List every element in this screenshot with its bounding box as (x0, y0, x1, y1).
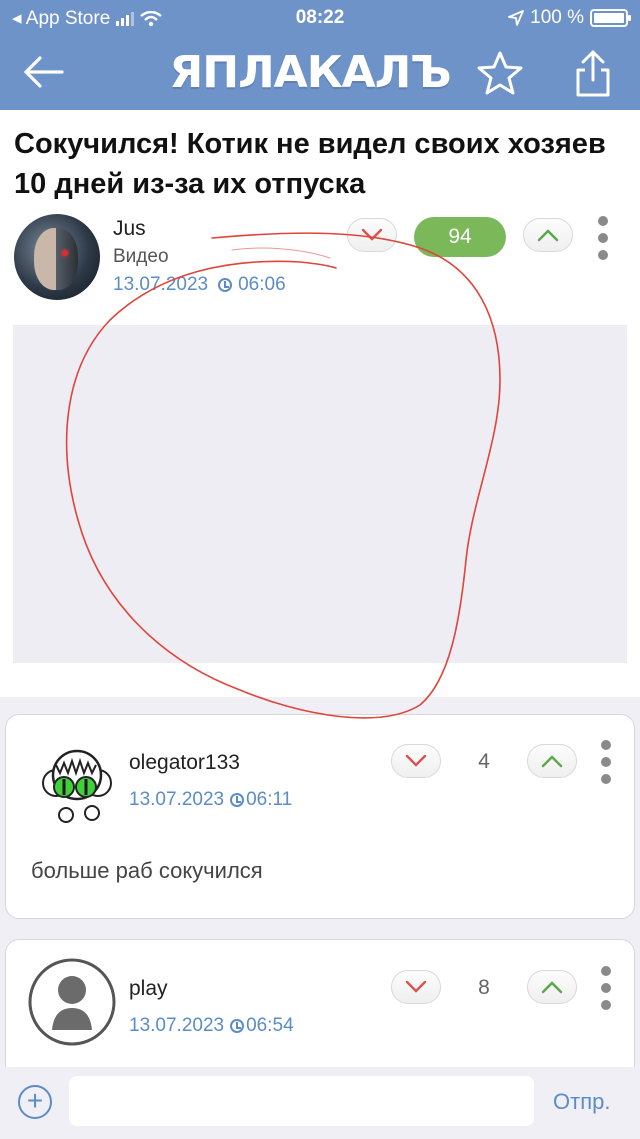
avatar[interactable] (36, 743, 118, 825)
add-attachment-button[interactable]: + (18, 1085, 52, 1119)
arrow-left-icon[interactable] (22, 54, 66, 90)
comment-author[interactable]: olegator133 (129, 751, 240, 775)
send-button[interactable]: Отпр. (553, 1089, 610, 1115)
post-category[interactable]: Видео (113, 246, 169, 268)
comment-time-value: 06:54 (246, 1015, 294, 1036)
comment-composer: + Отпр. (0, 1067, 640, 1139)
location-icon (508, 10, 525, 26)
status-right: 100 % (508, 7, 631, 29)
comment-rating: 8 (478, 976, 490, 999)
vote-up-button[interactable] (527, 970, 577, 1004)
more-options-icon[interactable] (595, 216, 611, 260)
share-icon[interactable] (570, 48, 616, 98)
comment-date: 13.07.2023 06:54 (129, 1015, 294, 1037)
more-options-icon[interactable] (598, 966, 614, 1010)
avatar[interactable] (14, 214, 100, 300)
comment-date: 13.07.2023 06:11 (129, 789, 292, 811)
post-title: Сокучился! Котик не видел своих хозяев 1… (14, 128, 606, 200)
star-icon[interactable] (476, 50, 524, 96)
nav-bar: ЯПЛАКАЛЪ (0, 36, 640, 110)
comment-rating: 4 (478, 750, 490, 773)
site-logo[interactable]: ЯПЛАКАЛЪ (160, 44, 460, 102)
battery-percent: 100 % (530, 7, 584, 28)
vote-down-button[interactable] (391, 744, 441, 778)
author-name[interactable]: Jus (113, 217, 146, 241)
chevron-up-icon (541, 981, 563, 994)
chevron-up-icon (541, 755, 563, 768)
battery-icon (590, 9, 631, 27)
app-header: ◂ App Store 08:22 100 % ЯПЛАКАЛЪ (0, 0, 640, 110)
comment-input[interactable] (69, 1076, 534, 1126)
clock-icon (230, 1019, 245, 1033)
video-player[interactable] (13, 325, 627, 663)
chevron-up-icon (537, 229, 559, 242)
comment-card: olegator133 13.07.2023 06:11 4 больше ра… (5, 714, 635, 919)
user-placeholder-icon[interactable] (28, 958, 116, 1046)
chevron-down-icon (405, 980, 427, 993)
vote-down-button[interactable] (347, 218, 397, 252)
rating-badge: 94 (414, 217, 506, 257)
chevron-down-icon (361, 228, 383, 241)
vote-up-button[interactable] (527, 744, 577, 778)
comment-time-value: 06:11 (246, 789, 293, 810)
clock-icon (230, 793, 245, 807)
post-date: 13.07.2023 06:06 (113, 274, 286, 296)
chevron-down-icon (405, 754, 427, 767)
vote-up-button[interactable] (523, 218, 573, 252)
comment-text: больше раб сокучился (31, 858, 263, 883)
clock-icon (218, 278, 233, 292)
post-time-value: 06:06 (238, 274, 286, 295)
comment-date-value: 13.07.2023 (129, 1015, 225, 1036)
more-options-icon[interactable] (598, 740, 614, 784)
comment-author[interactable]: play (129, 977, 168, 1001)
post-date-value: 13.07.2023 (113, 274, 209, 295)
comment-date-value: 13.07.2023 (129, 789, 225, 810)
status-bar: ◂ App Store 08:22 100 % (0, 0, 640, 36)
vote-down-button[interactable] (391, 970, 441, 1004)
